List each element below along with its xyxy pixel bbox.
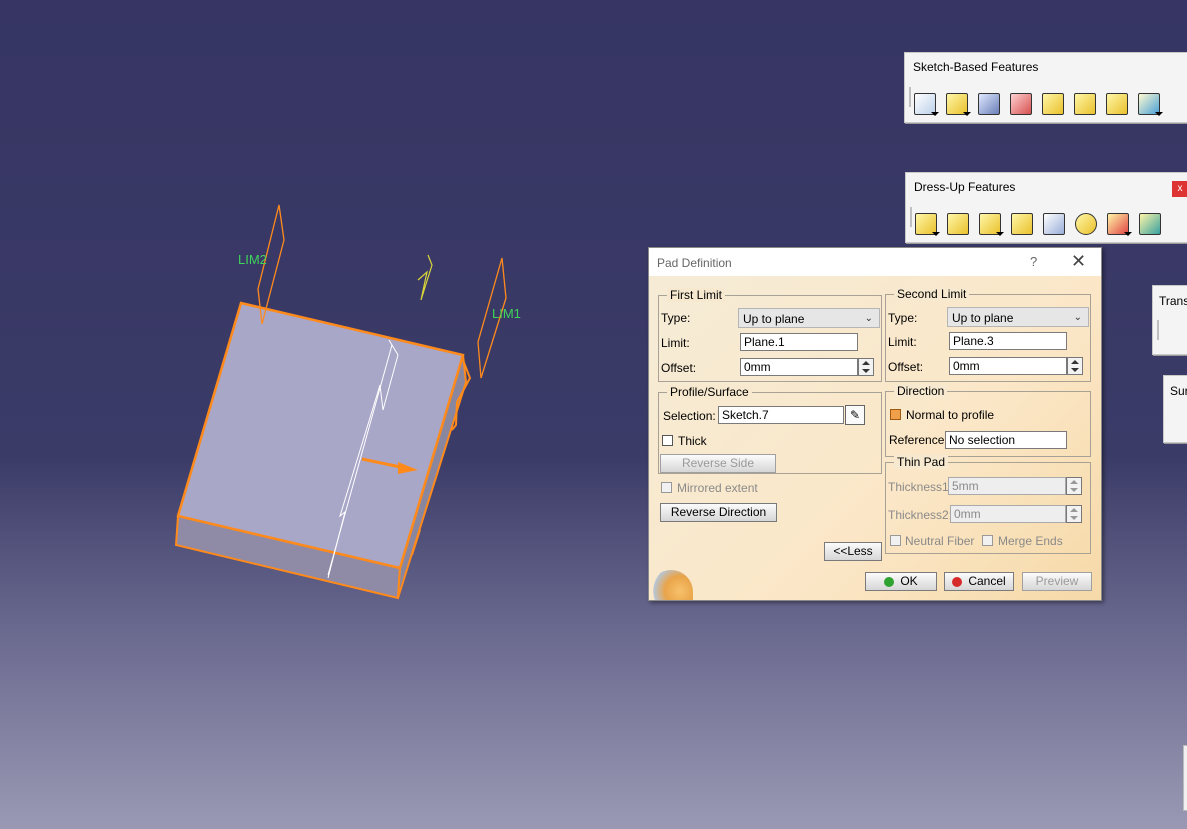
group-legend: Thin Pad — [894, 455, 949, 469]
mirrored-extent-label: Mirrored extent — [677, 481, 758, 495]
profile-selection-field[interactable]: Sketch.7 — [718, 406, 844, 424]
chevron-down-icon: ⌄ — [1073, 312, 1082, 323]
neutral-fiber-checkbox[interactable] — [890, 535, 901, 546]
thickness2-field[interactable]: 0mm — [950, 505, 1066, 523]
thickness1-field[interactable]: 5mm — [948, 477, 1066, 495]
thickness-icon[interactable] — [1040, 211, 1068, 237]
second-limit-offset-field[interactable]: 0mm — [949, 357, 1067, 375]
normal-to-profile-label: Normal to profile — [906, 408, 995, 422]
slot-icon[interactable] — [1103, 91, 1131, 117]
toolbar-title: Dress-Up Features — [914, 180, 1016, 194]
sketcher-icon[interactable]: ✎ — [845, 405, 865, 425]
dress-up-toolbar[interactable]: Dress-Up Features x — [905, 172, 1187, 243]
shell-icon[interactable] — [1008, 211, 1036, 237]
limit-label: Limit: — [888, 335, 917, 349]
toolbar-title: Sur — [1170, 384, 1187, 398]
limit-label: Limit: — [661, 336, 690, 350]
cancel-dot-icon — [952, 576, 963, 587]
normal-to-profile-checkbox[interactable] — [890, 409, 901, 420]
rib-icon[interactable] — [1071, 91, 1099, 117]
partial-panel — [1183, 745, 1187, 811]
neutral-fiber-label: Neutral Fiber — [905, 534, 975, 548]
close-icon[interactable]: x — [1172, 181, 1187, 197]
surface-toolbar[interactable]: Sur — [1163, 375, 1187, 443]
thick-label: Thick — [678, 434, 707, 448]
lim2-label: LIM2 — [238, 252, 267, 267]
help-button[interactable]: ? — [1030, 254, 1037, 269]
dialog-titlebar[interactable]: Pad Definition ? ✕ — [649, 248, 1101, 276]
second-limit-plane-field[interactable]: Plane.3 — [949, 332, 1067, 350]
replace-face-icon[interactable] — [1136, 211, 1164, 237]
pad-definition-dialog[interactable]: Pad Definition ? ✕ First Limit Type: Up … — [648, 247, 1102, 601]
thickness2-label: Thickness2: — [888, 508, 953, 522]
second-limit-type-combo[interactable]: Up to plane ⌄ — [947, 307, 1089, 327]
merge-ends-label: Merge Ends — [998, 534, 1063, 548]
chamfer-icon[interactable] — [944, 211, 972, 237]
merge-ends-checkbox[interactable] — [982, 535, 993, 546]
mirrored-extent-checkbox[interactable] — [661, 482, 672, 493]
sketch-based-toolbar[interactable]: Sketch-Based Features — [904, 52, 1187, 123]
pad-icon[interactable] — [911, 91, 939, 117]
first-limit-offset-field[interactable]: 0mm — [740, 358, 858, 376]
draft-icon[interactable] — [976, 211, 1004, 237]
axis-icon — [417, 254, 433, 301]
catia-logo-icon — [649, 570, 693, 600]
group-legend: Direction — [894, 384, 948, 398]
transformations-toolbar[interactable]: Trans — [1152, 285, 1187, 355]
reverse-side-button[interactable]: Reverse Side — [660, 454, 776, 473]
ok-dot-icon — [884, 576, 895, 587]
thickness1-spinner[interactable] — [1066, 477, 1082, 495]
reference-label: Reference: — [889, 433, 948, 447]
group-legend: Second Limit — [894, 287, 970, 301]
groove-icon[interactable] — [1007, 91, 1035, 117]
remove-face-icon[interactable] — [1104, 211, 1132, 237]
toolbar-title: Sketch-Based Features — [913, 60, 1039, 74]
hole-icon[interactable] — [1039, 91, 1067, 117]
group-legend: First Limit — [667, 288, 725, 302]
type-label: Type: — [888, 311, 918, 325]
first-limit-type-combo[interactable]: Up to plane ⌄ — [738, 308, 880, 328]
ok-button[interactable]: OK — [865, 572, 937, 591]
offset-spinner[interactable] — [1067, 357, 1083, 375]
toolbar-title: Trans — [1159, 294, 1187, 308]
edge-fillet-icon[interactable] — [912, 211, 940, 237]
type-label: Type: — [661, 311, 691, 325]
chevron-down-icon: ⌄ — [864, 313, 873, 324]
thread-icon[interactable] — [1072, 211, 1100, 237]
thickness2-spinner[interactable] — [1066, 505, 1082, 523]
first-limit-plane-field[interactable]: Plane.1 — [740, 333, 858, 351]
reverse-direction-button[interactable]: Reverse Direction — [660, 503, 777, 522]
close-button[interactable]: ✕ — [1071, 251, 1086, 272]
offset-label: Offset: — [888, 360, 924, 374]
dialog-title: Pad Definition — [657, 256, 732, 270]
thick-checkbox[interactable] — [662, 435, 673, 446]
offset-spinner[interactable] — [858, 358, 874, 376]
group-legend: Profile/Surface — [667, 385, 752, 399]
cancel-button[interactable]: Cancel — [944, 572, 1014, 591]
reference-field[interactable]: No selection — [945, 431, 1067, 449]
offset-label: Offset: — [661, 361, 697, 375]
pocket-icon[interactable] — [943, 91, 971, 117]
shaft-icon[interactable] — [975, 91, 1003, 117]
preview-button[interactable]: Preview — [1022, 572, 1092, 591]
less-button[interactable]: <<Less — [824, 542, 882, 561]
selection-label: Selection: — [663, 409, 716, 423]
lim1-label: LIM1 — [492, 306, 521, 321]
multi-section-solid-icon[interactable] — [1135, 91, 1163, 117]
thickness1-label: Thickness1 — [888, 480, 949, 494]
toolbar-grip[interactable] — [1157, 320, 1162, 340]
